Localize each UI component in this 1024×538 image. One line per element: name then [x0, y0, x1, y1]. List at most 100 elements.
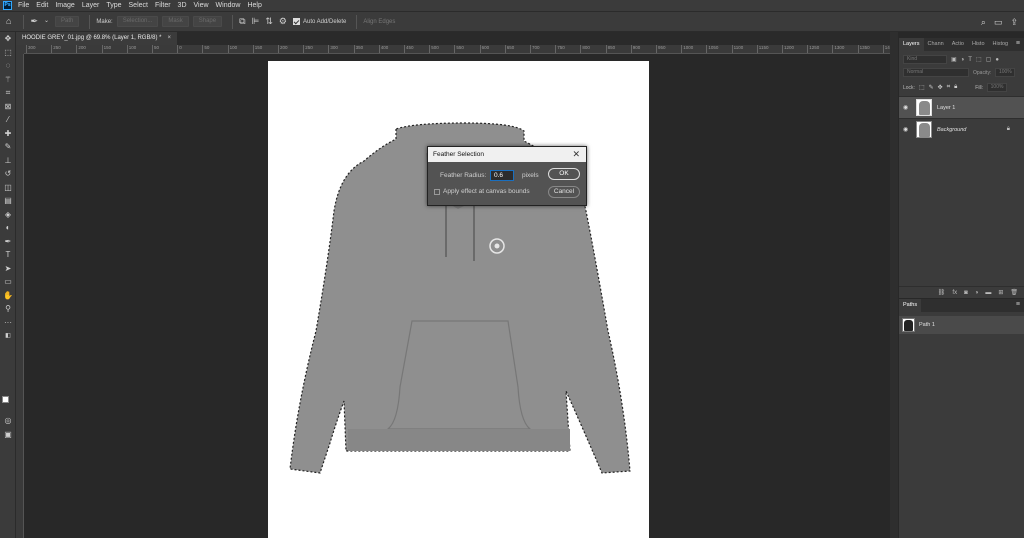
link-layers-icon[interactable]: ⛓ — [938, 289, 946, 296]
menu-window[interactable]: Window — [216, 2, 241, 9]
rectangle-tool-icon[interactable]: ▭ — [0, 275, 16, 289]
healing-brush-tool-icon[interactable]: ✚ — [0, 127, 16, 141]
pixel-filter-icon[interactable]: ▣ — [951, 56, 957, 63]
make-mask-button[interactable]: Mask — [162, 16, 189, 27]
eyedropper-tool-icon[interactable]: ⁄ — [0, 113, 16, 127]
gear-icon[interactable]: ⚙ — [279, 17, 287, 26]
canvas-vertical-scrollbar[interactable] — [890, 32, 898, 538]
lasso-tool-icon[interactable]: ◌ — [0, 59, 16, 73]
pen-tool-preset-icon[interactable]: ✒ — [30, 17, 38, 26]
layer-kind-filter[interactable]: Kind — [903, 55, 947, 64]
gradient-tool-icon[interactable]: ▤ — [0, 194, 16, 208]
close-icon[interactable]: × — [167, 35, 171, 41]
adjustment-layer-icon[interactable]: ◑ — [975, 290, 979, 296]
screen-mode-icon[interactable]: ▣ — [0, 428, 16, 442]
zoom-tool-icon[interactable]: ⚲ — [0, 302, 16, 316]
default-colors-icon[interactable]: ◧ — [0, 329, 16, 343]
make-shape-button[interactable]: Shape — [192, 16, 223, 27]
apply-canvas-bounds-checkbox[interactable] — [434, 189, 440, 195]
menu-image[interactable]: Image — [55, 2, 74, 9]
lock-all-icon[interactable]: 🔒︎ — [954, 84, 957, 91]
delete-layer-icon[interactable]: 🗑︎ — [1010, 289, 1018, 296]
smart-object-filter-icon[interactable]: ▢ — [986, 56, 992, 63]
feather-radius-input[interactable]: 0.6 — [490, 170, 514, 181]
quick-mask-icon[interactable]: ◎ — [0, 414, 16, 428]
layer-item-background[interactable]: ◉ Background 🔒︎ — [899, 118, 1024, 140]
panel-menu-icon[interactable]: ≡ — [1016, 301, 1020, 308]
type-tool-icon[interactable]: T — [0, 248, 16, 262]
crop-tool-icon[interactable]: ⌗ — [0, 86, 16, 100]
document-canvas[interactable] — [268, 61, 649, 538]
menu-edit[interactable]: Edit — [36, 2, 48, 9]
document-tab[interactable]: HOODIE GREY_01.jpg @ 69.8% (Layer 1, RGB… — [16, 32, 177, 45]
shape-filter-icon[interactable]: ⬚ — [976, 56, 982, 63]
pen-tool-icon[interactable]: ✒ — [0, 235, 16, 249]
lock-transparent-icon[interactable]: ⬚ — [919, 84, 925, 91]
marquee-tool-icon[interactable]: ⬚ — [0, 46, 16, 60]
home-icon[interactable]: ⌂ — [6, 17, 11, 26]
path-selection-tool-icon[interactable]: ➤ — [0, 262, 16, 276]
tool-mode-select[interactable]: Path — [55, 16, 80, 27]
path-arrangement-icon[interactable]: ⇅ — [265, 17, 273, 26]
fill-input[interactable]: 100% — [987, 83, 1008, 92]
new-group-icon[interactable]: ▬ — [985, 290, 991, 296]
eye-icon[interactable]: ◉ — [903, 126, 911, 133]
adjustment-filter-icon[interactable]: ◑ — [961, 57, 965, 63]
menu-help[interactable]: Help — [247, 2, 261, 9]
menu-layer[interactable]: Layer — [82, 2, 100, 9]
path-alignment-icon[interactable]: ⊫ — [252, 17, 260, 26]
lock-icon[interactable]: 🔒︎ — [1007, 126, 1010, 133]
menu-filter[interactable]: Filter — [155, 2, 171, 9]
tab-channels[interactable]: Chann — [924, 38, 948, 51]
lock-artboard-icon[interactable]: ⌗ — [947, 84, 950, 91]
new-layer-icon[interactable]: ⊞ — [998, 289, 1003, 296]
tab-paths[interactable]: Paths — [899, 299, 922, 312]
dodge-tool-icon[interactable]: ◐ — [0, 221, 16, 235]
menu-view[interactable]: View — [194, 2, 209, 9]
menu-3d[interactable]: 3D — [178, 2, 187, 9]
panel-menu-icon[interactable]: ≡ — [1016, 40, 1020, 47]
workspace-icon[interactable]: ▭ — [994, 17, 1003, 28]
ok-button[interactable]: OK — [548, 168, 580, 180]
layer-item-layer-1[interactable]: ◉ Layer 1 — [899, 96, 1024, 118]
ruler-origin[interactable] — [16, 45, 24, 54]
close-icon[interactable]: ✕ — [572, 147, 580, 162]
history-brush-tool-icon[interactable]: ↺ — [0, 167, 16, 181]
menu-select[interactable]: Select — [129, 2, 148, 9]
blend-mode-select[interactable]: Normal — [903, 68, 969, 77]
filter-toggle-icon[interactable]: ● — [995, 57, 999, 63]
clone-stamp-tool-icon[interactable]: ⊥ — [0, 154, 16, 168]
opacity-input[interactable]: 100% — [995, 68, 1016, 77]
menu-file[interactable]: File — [18, 2, 29, 9]
lock-image-icon[interactable]: ✎ — [929, 84, 934, 91]
dialog-title-bar[interactable]: Feather Selection ✕ — [428, 147, 586, 162]
vertical-ruler[interactable] — [16, 54, 24, 538]
lock-position-icon[interactable]: ✥ — [938, 84, 943, 91]
magic-wand-tool-icon[interactable]: ⚚ — [0, 73, 16, 87]
path-item[interactable]: Path 1 — [899, 316, 1024, 334]
tab-history[interactable]: Histo — [968, 38, 989, 51]
move-tool-icon[interactable]: ✥ — [0, 32, 16, 46]
tab-layers[interactable]: Layers — [899, 38, 924, 51]
align-edges-label[interactable]: Align Edges — [363, 19, 395, 25]
hand-tool-icon[interactable]: ✋ — [0, 289, 16, 303]
tab-histogram[interactable]: Histog — [989, 38, 1013, 51]
share-icon[interactable]: ⇪ — [1010, 17, 1018, 28]
tab-actions[interactable]: Actio — [948, 38, 968, 51]
auto-add-delete-checkbox[interactable] — [293, 18, 300, 25]
search-icon[interactable]: ⌕ — [981, 17, 986, 28]
more-tools-icon[interactable]: ··· — [0, 316, 16, 330]
frame-tool-icon[interactable]: ⊠ — [0, 100, 16, 114]
foreground-color-swatch[interactable] — [2, 396, 9, 403]
add-mask-icon[interactable]: ◙ — [964, 290, 968, 296]
chevron-down-icon[interactable]: ⌄ — [44, 17, 49, 26]
type-filter-icon[interactable]: T — [968, 57, 972, 63]
make-selection-button[interactable]: Selection... — [116, 16, 159, 27]
brush-tool-icon[interactable]: ✎ — [0, 140, 16, 154]
eye-icon[interactable]: ◉ — [903, 104, 911, 111]
layer-style-icon[interactable]: fx — [952, 290, 957, 296]
menu-type[interactable]: Type — [106, 2, 121, 9]
blur-tool-icon[interactable]: ◈ — [0, 208, 16, 222]
horizontal-ruler[interactable]: 300 250 200 150 100 50 0 50 100 150 200 250 300 350 40… — [24, 45, 890, 54]
eraser-tool-icon[interactable]: ◫ — [0, 181, 16, 195]
